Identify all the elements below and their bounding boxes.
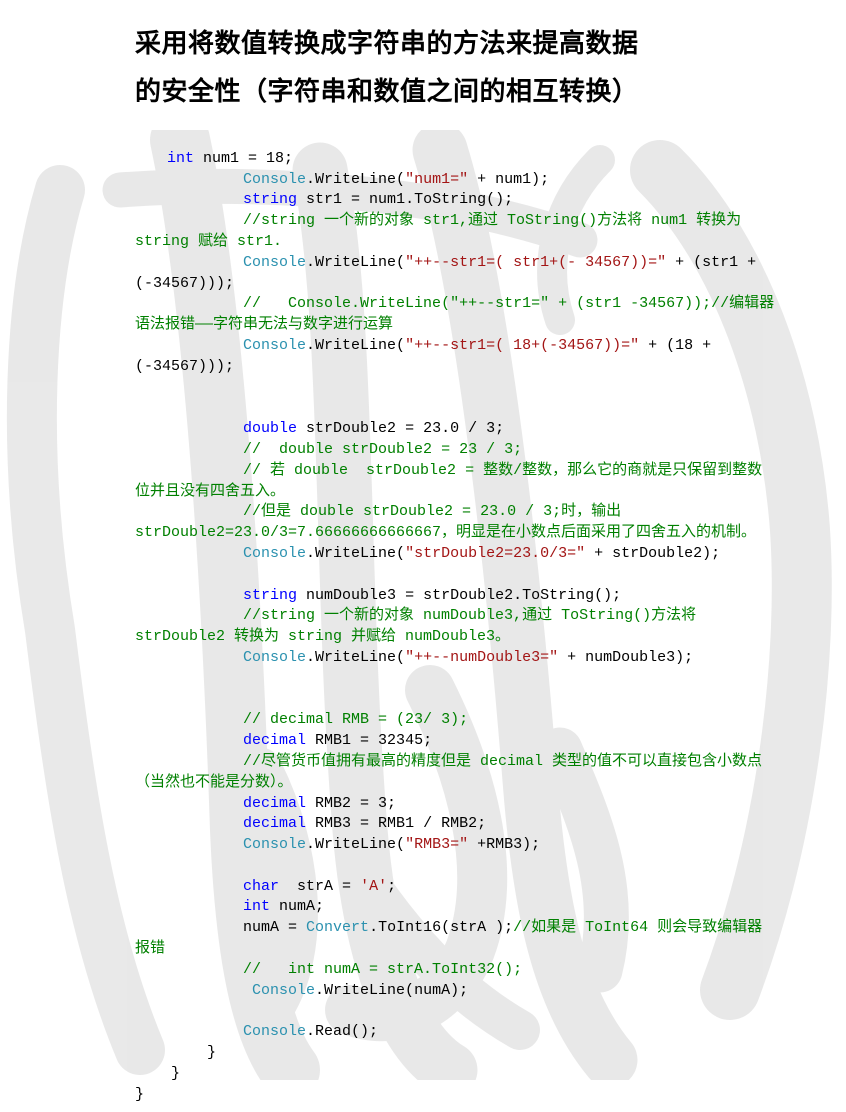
- c-l4: //string 一个新的对象 str1,通过 ToString()方法将 nu…: [135, 212, 750, 250]
- brace-close-1: }: [135, 1044, 216, 1061]
- t-l15a: .WriteLine(: [306, 649, 405, 666]
- article-title: 采用将数值转换成字符串的方法来提高数据 的安全性（字符串和数值之间的相互转换）: [135, 20, 776, 116]
- title-line-1: 采用将数值转换成字符串的方法来提高数据: [135, 29, 639, 58]
- s-l21: "RMB3=": [405, 836, 468, 853]
- t-l20: RMB3 = RMB1 / RMB2;: [306, 815, 486, 832]
- c-l11: //但是 double strDouble2 = 23.0 / 3;时，输出 s…: [135, 503, 756, 541]
- kw-double: double: [243, 420, 297, 437]
- kw-int: int: [167, 150, 194, 167]
- type-console: Console: [243, 171, 306, 188]
- brace-close-2: }: [135, 1065, 180, 1082]
- t-l2a: .WriteLine(: [306, 171, 405, 188]
- t-l19: RMB2 = 3;: [306, 795, 396, 812]
- s-l22: 'A': [360, 878, 387, 895]
- t-l27: .Read();: [306, 1023, 378, 1040]
- type-convert: Convert: [306, 919, 369, 936]
- c-l6: // Console.WriteLine("++--str1=" + (str1…: [135, 295, 774, 333]
- type-console8: Console: [243, 1023, 306, 1040]
- kw-char: char: [243, 878, 279, 895]
- c-l14: //string 一个新的对象 numDouble3,通过 ToString()…: [135, 607, 705, 645]
- c-l10: // 若 double strDouble2 = 整数/整数，那么它的商就是只保…: [135, 462, 762, 500]
- type-console5: Console: [243, 649, 306, 666]
- s-l15: "++--numDouble3=": [405, 649, 558, 666]
- t-l22b: ;: [387, 878, 396, 895]
- type-console7: Console: [252, 982, 315, 999]
- s-l5: "++--str1=( str1+(- 34567))=": [405, 254, 666, 271]
- kw-decimal3: decimal: [243, 815, 306, 832]
- c-l18: //尽管货币值拥有最高的精度但是 decimal 类型的值不可以直接包含小数点（…: [135, 753, 762, 791]
- c-l25: // int numA = strA.ToInt32();: [243, 961, 522, 978]
- kw-decimal: decimal: [243, 732, 306, 749]
- code-listing: int num1 = 18; Console.WriteLine("num1="…: [135, 128, 776, 1105]
- t-l13: numDouble3 = strDouble2.ToString();: [297, 587, 621, 604]
- s-l12: "strDouble2=23.0/3=": [405, 545, 585, 562]
- brace-close-3: }: [135, 1086, 144, 1103]
- t-l7a: .WriteLine(: [306, 337, 405, 354]
- t-l23: numA;: [270, 898, 324, 915]
- t-l21a: .WriteLine(: [306, 836, 405, 853]
- s-l7: "++--str1=( 18+(-34567))=": [405, 337, 639, 354]
- t-l12b: + strDouble2);: [585, 545, 720, 562]
- s-l2: "num1=": [405, 171, 468, 188]
- t-l5a: .WriteLine(: [306, 254, 405, 271]
- kw-string: string: [243, 191, 297, 208]
- t-l2b: + num1);: [468, 171, 549, 188]
- type-console6: Console: [243, 836, 306, 853]
- kw-int2: int: [243, 898, 270, 915]
- t-l15b: + numDouble3);: [558, 649, 693, 666]
- title-line-2: 的安全性（字符串和数值之间的相互转换）: [135, 77, 639, 106]
- t-l21b: +RMB3);: [468, 836, 540, 853]
- t-l22a: strA =: [279, 878, 360, 895]
- kw-string2: string: [243, 587, 297, 604]
- type-console2: Console: [243, 254, 306, 271]
- kw-decimal2: decimal: [243, 795, 306, 812]
- t-l17: RMB1 = 32345;: [306, 732, 432, 749]
- t-l3: str1 = num1.ToString();: [297, 191, 513, 208]
- t-l12a: .WriteLine(: [306, 545, 405, 562]
- t-l24b: .ToInt16(strA );: [369, 919, 513, 936]
- c-l16: // decimal RMB = (23/ 3);: [243, 711, 468, 728]
- type-console3: Console: [243, 337, 306, 354]
- t-l24a: numA =: [135, 919, 306, 936]
- t-l1: num1 = 18;: [194, 150, 293, 167]
- t-l26: .WriteLine(numA);: [315, 982, 468, 999]
- type-console4: Console: [243, 545, 306, 562]
- t-l8: strDouble2 = 23.0 / 3;: [297, 420, 504, 437]
- c-l9: // double strDouble2 = 23 / 3;: [243, 441, 522, 458]
